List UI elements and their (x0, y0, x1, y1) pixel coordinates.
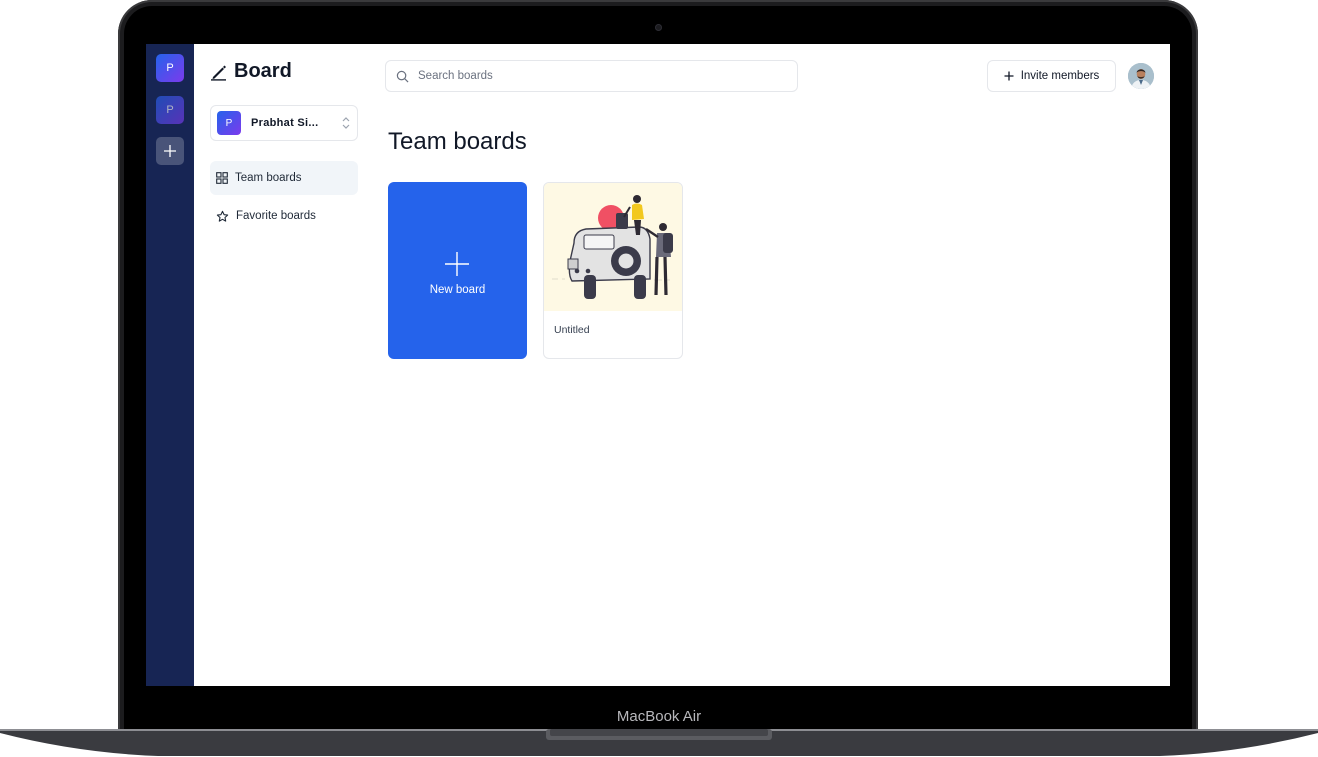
nav-label: Team boards (235, 172, 302, 184)
nav-label: Favorite boards (236, 210, 316, 222)
star-icon (216, 210, 229, 222)
invite-members-label: Invite members (1020, 70, 1100, 82)
plus-icon (445, 252, 469, 276)
app-screen: P P Board P Prabhat Si... Team boards Fa… (146, 44, 1170, 686)
new-board-label: New board (429, 284, 486, 296)
device-label: MacBook Air (616, 708, 702, 725)
workspace-switcher[interactable]: P Prabhat Si... (210, 105, 358, 141)
grid-icon (216, 172, 228, 184)
search-icon (396, 70, 409, 82)
board-illustration (552, 195, 673, 299)
workspace-avatar: P (217, 111, 241, 135)
pencil-icon (211, 65, 226, 81)
nav-team-boards[interactable]: Team boards (210, 161, 358, 195)
plus-icon (164, 145, 176, 157)
board-title: Untitled (554, 324, 590, 336)
board-card[interactable]: Untitled (543, 182, 683, 359)
brand-logo[interactable]: Board (210, 60, 292, 83)
brand-name: Board (234, 60, 292, 82)
org-rail: P P (146, 44, 194, 686)
org-switch-item[interactable]: P (156, 96, 184, 124)
workspace-name: Prabhat Si... (251, 117, 319, 129)
chevron-up-down-icon (342, 117, 350, 129)
sidebar: Board P Prabhat Si... Team boards Favori… (194, 44, 374, 686)
search-bar[interactable] (385, 60, 798, 92)
laptop-base (0, 727, 1318, 757)
nav-favorite-boards[interactable]: Favorite boards (210, 199, 358, 233)
search-input[interactable] (416, 69, 780, 83)
user-avatar-image (1128, 63, 1154, 89)
add-org-button[interactable] (156, 137, 184, 165)
page-title: Team boards (388, 128, 527, 155)
camera-icon (655, 24, 662, 31)
plus-icon (1004, 71, 1014, 81)
new-board-button[interactable]: New board (388, 182, 527, 359)
invite-members-button[interactable]: Invite members (987, 60, 1116, 92)
user-avatar[interactable] (1128, 63, 1154, 89)
org-switch-item[interactable]: P (156, 54, 184, 82)
board-thumbnail (544, 183, 682, 311)
